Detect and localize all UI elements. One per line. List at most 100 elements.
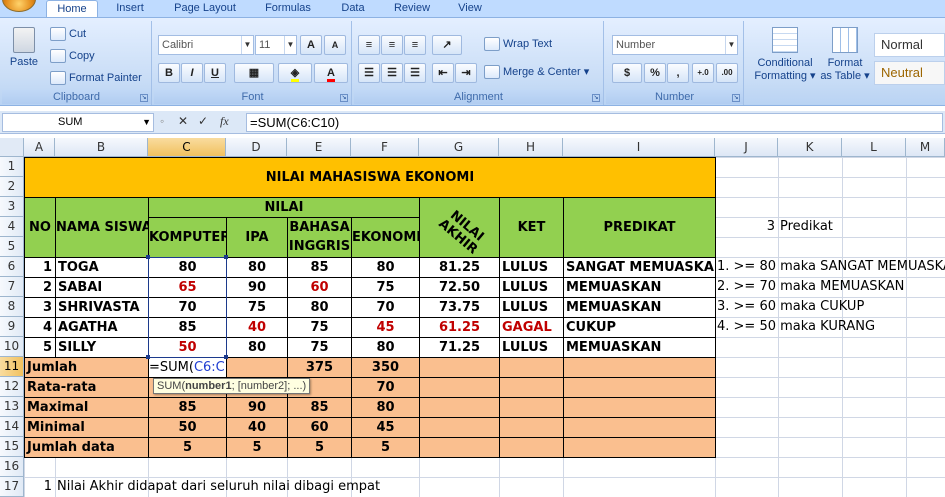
cell-jumlah-bahasa[interactable]: 375 [287, 357, 352, 378]
cell-ekonomi[interactable]: 75 [351, 277, 420, 298]
cell-nama[interactable]: SHRIVASTA [55, 297, 149, 318]
conditional-formatting-button[interactable]: Conditional Formatting ▾ [752, 25, 818, 83]
cell-komputer[interactable]: 50 [148, 337, 227, 358]
format-painter-button[interactable]: Format Painter [50, 71, 142, 85]
cell-ipa[interactable]: 80 [226, 337, 288, 358]
cell-no[interactable]: 5 [24, 337, 56, 358]
cell-ket[interactable]: LULUS [499, 257, 564, 278]
format-as-table-button[interactable]: Format as Table ▾ [820, 25, 870, 83]
column-header-e[interactable]: E [287, 138, 351, 157]
header-ekonomi[interactable]: EKONOMI [351, 217, 420, 258]
row-header-3[interactable]: 3 [0, 197, 24, 217]
cell-ipa[interactable]: 40 [226, 317, 288, 338]
cell-empty[interactable] [419, 377, 500, 398]
underline-button[interactable]: U [204, 63, 226, 83]
row-header-5[interactable]: 5 [0, 237, 24, 257]
number-format-select[interactable]: Number ▼ [612, 35, 738, 55]
label-jumlah-data[interactable]: Jumlah data [24, 437, 149, 458]
cell-ipa[interactable]: 90 [226, 277, 288, 298]
column-header-c[interactable]: C [148, 138, 226, 157]
cell-empty[interactable] [499, 437, 564, 458]
increase-decimal-button[interactable]: +.0 [692, 63, 714, 83]
cell-empty[interactable] [499, 377, 564, 398]
cell-no[interactable]: 1 [24, 257, 56, 278]
cell-ekonomi[interactable]: 80 [351, 257, 420, 278]
cell-count-komputer[interactable]: 5 [148, 437, 227, 458]
cell-predikat[interactable]: MEMUASKAN [563, 337, 716, 358]
header-ket[interactable]: KET [499, 197, 564, 258]
tab-review[interactable]: Review [388, 0, 436, 17]
column-header-m[interactable]: M [906, 138, 945, 157]
tab-formulas[interactable]: Formulas [258, 0, 318, 17]
header-no[interactable]: NO [24, 197, 56, 258]
cell-jumlah-ekonomi[interactable]: 350 [351, 357, 420, 378]
align-right-button[interactable]: ☰ [404, 63, 426, 83]
cell-no[interactable]: 4 [24, 317, 56, 338]
cell-nama[interactable]: SABAI [55, 277, 149, 298]
cell-nilai-akhir[interactable]: 73.75 [419, 297, 500, 318]
cell-editing-sum[interactable]: =SUM(C6:C10) [148, 357, 227, 378]
cell-ekonomi[interactable]: 80 [351, 337, 420, 358]
cell-nilai-akhir[interactable]: 81.25 [419, 257, 500, 278]
borders-button[interactable]: ▦ [234, 63, 274, 83]
cell-max-ekonomi[interactable]: 80 [351, 397, 420, 418]
cell-rata-ekonomi[interactable]: 70 [351, 377, 420, 398]
note-text[interactable]: Nilai Akhir didapat dari seluruh nilai d… [55, 477, 455, 497]
cell-komputer[interactable]: 85 [148, 317, 227, 338]
cut-button[interactable]: Cut [50, 27, 86, 41]
header-nilai[interactable]: NILAI [148, 197, 420, 218]
cell-ipa[interactable]: 80 [226, 257, 288, 278]
header-nama-siswa[interactable]: NAMA SISWA [55, 197, 149, 258]
header-komputer[interactable]: KOMPUTER [148, 217, 227, 258]
name-box[interactable]: SUM ▼ [2, 113, 154, 132]
row-header-12[interactable]: 12 [0, 377, 24, 397]
cell-predikat[interactable]: MEMUASKAN [563, 277, 716, 298]
bold-button[interactable]: B [158, 63, 180, 83]
font-launcher-icon[interactable]: ↘ [340, 94, 348, 102]
insert-function-icon[interactable]: fx [220, 114, 229, 129]
percent-button[interactable]: % [644, 63, 666, 83]
cell-komputer[interactable]: 70 [148, 297, 227, 318]
tab-page-layout[interactable]: Page Layout [168, 0, 242, 17]
column-header-k[interactable]: K [778, 138, 842, 157]
cell-max-bahasa[interactable]: 85 [287, 397, 352, 418]
office-button[interactable] [2, 0, 36, 12]
cell-nama[interactable]: AGATHA [55, 317, 149, 338]
orientation-button[interactable]: ↗ [432, 35, 462, 55]
decrease-indent-button[interactable]: ⇤ [432, 63, 454, 83]
predikat-label[interactable]: Predikat [778, 217, 868, 237]
grow-font-button[interactable]: A [300, 35, 322, 55]
header-ipa[interactable]: IPA [226, 217, 288, 258]
cell-bahasa[interactable]: 75 [287, 317, 352, 338]
column-header-i[interactable]: I [563, 138, 715, 157]
font-name-select[interactable]: Calibri ▼ [158, 35, 254, 55]
column-header-a[interactable]: A [24, 138, 55, 157]
cell-max-ipa[interactable]: 90 [226, 397, 288, 418]
row-header-17[interactable]: 17 [0, 477, 24, 497]
style-normal[interactable]: Normal [874, 33, 945, 57]
rule-line[interactable]: 3. >= 60 maka CUKUP [715, 297, 945, 317]
cell-max-komputer[interactable]: 85 [148, 397, 227, 418]
font-color-button[interactable]: A [314, 63, 348, 83]
tab-view[interactable]: View [452, 0, 488, 17]
cell-ket[interactable]: LULUS [499, 277, 564, 298]
tab-data[interactable]: Data [334, 0, 372, 17]
decrease-decimal-button[interactable]: .00 [716, 63, 738, 83]
paste-button[interactable]: Paste [8, 27, 40, 79]
column-header-h[interactable]: H [499, 138, 563, 157]
row-header-7[interactable]: 7 [0, 277, 24, 297]
cell-empty[interactable] [563, 437, 716, 458]
enter-icon[interactable]: ✓ [198, 114, 208, 128]
style-neutral[interactable]: Neutral [874, 61, 945, 85]
cell-bahasa[interactable]: 80 [287, 297, 352, 318]
cell-ket[interactable]: LULUS [499, 297, 564, 318]
increase-indent-button[interactable]: ⇥ [455, 63, 477, 83]
cell-no[interactable]: 2 [24, 277, 56, 298]
currency-button[interactable]: $ [612, 63, 642, 83]
cell-ipa[interactable]: 75 [226, 297, 288, 318]
align-left-button[interactable]: ☰ [358, 63, 380, 83]
predikat-count[interactable]: 3 [715, 217, 778, 237]
cell-empty[interactable] [419, 417, 500, 438]
row-header-15[interactable]: 15 [0, 437, 24, 457]
column-header-j[interactable]: J [715, 138, 778, 157]
